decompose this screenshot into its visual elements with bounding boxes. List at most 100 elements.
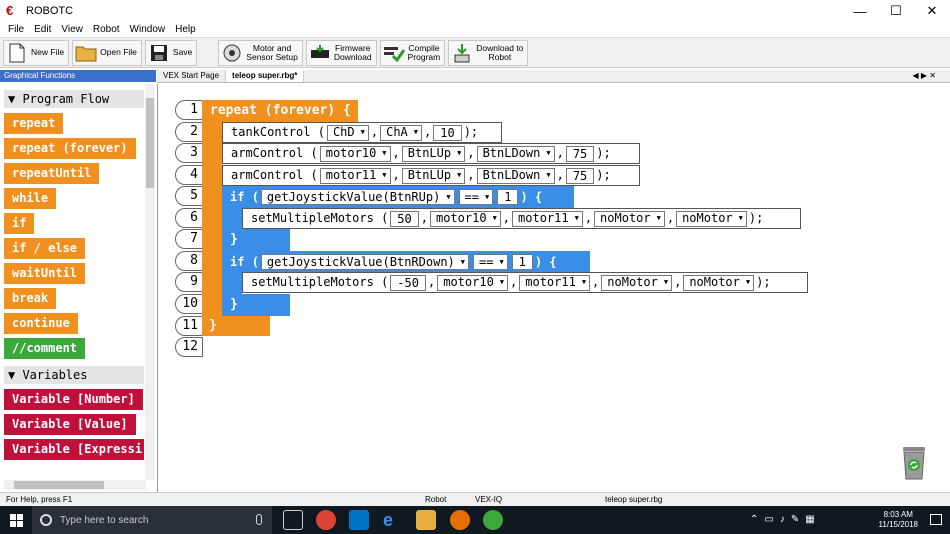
set2-motor-b-dropdown[interactable]: motor11 ▼	[519, 274, 591, 291]
outlook-icon[interactable]	[349, 510, 369, 530]
menu-bar: File Edit View Robot Window Help	[0, 22, 950, 38]
palette-while[interactable]: while	[4, 188, 57, 209]
palette-comment[interactable]: //comment	[4, 338, 86, 359]
set1-speed-input[interactable]: 50	[390, 210, 419, 227]
if1-condition-dropdown[interactable]: getJoystickValue(BtnRUp) ▼	[260, 189, 455, 205]
if2-value-input[interactable]: 1	[511, 253, 533, 270]
status-robot: Robot	[425, 495, 447, 504]
palette-if[interactable]: if	[4, 213, 35, 234]
menu-view[interactable]: View	[61, 24, 83, 35]
set1-motor-a-dropdown[interactable]: motor10 ▼	[429, 210, 501, 227]
palette-repeat-forever[interactable]: repeat (forever)	[4, 138, 136, 159]
if1-value-input[interactable]: 1	[497, 189, 519, 205]
tab-teleop-super[interactable]: teleop super.rbg*	[226, 70, 305, 82]
set2-speed-input[interactable]: -50	[390, 274, 426, 291]
arm1-up-button-dropdown[interactable]: BtnLUp ▼	[401, 145, 466, 162]
set2-motor-a-dropdown[interactable]: motor10 ▼	[437, 274, 509, 291]
arm2-motor-dropdown[interactable]: motor11 ▼	[319, 167, 391, 184]
tank-threshold-input[interactable]: 10	[433, 124, 462, 141]
line-number: 7	[175, 229, 203, 249]
palette-variable-expression[interactable]: Variable [Expressi	[4, 439, 144, 460]
arm-control-statement-1[interactable]: armControl ( motor10 ▼, BtnLUp ▼, BtnLDown…	[222, 143, 640, 164]
save-button[interactable]: Save	[144, 39, 198, 66]
menu-edit[interactable]: Edit	[34, 24, 51, 35]
arm2-down-button-dropdown[interactable]: BtnLDown ▼	[476, 167, 555, 184]
tab-vex-start-page[interactable]: VEX Start Page	[157, 70, 227, 82]
windows-start-icon[interactable]	[10, 514, 23, 527]
robot-download-icon	[451, 43, 473, 63]
if1-operator-dropdown[interactable]: == ▼	[458, 189, 494, 205]
panel-title: Graphical Functions	[0, 70, 156, 82]
firmware-download-button[interactable]: Firmware Download	[305, 39, 377, 66]
if1-close-brace: }	[230, 232, 238, 247]
if2-condition-dropdown[interactable]: getJoystickValue(BtnRDown) ▼	[260, 253, 469, 270]
clock[interactable]: 8:03 AM 11/15/2018	[879, 510, 918, 530]
arm1-motor-dropdown[interactable]: motor10 ▼	[319, 145, 391, 162]
if2-close-brace: }	[230, 297, 238, 312]
menu-robot[interactable]: Robot	[93, 24, 120, 35]
minimize-button[interactable]: —	[842, 0, 878, 22]
document-tabs: VEX Start Page teleop super.rbg* ◀ ▶ ✕	[157, 70, 950, 83]
close-button[interactable]: ✕	[914, 0, 950, 22]
palette-variable-number[interactable]: Variable [Number]	[4, 389, 143, 410]
file-explorer-icon[interactable]	[416, 510, 436, 530]
motor-sensor-setup-button[interactable]: Motor and Sensor Setup	[218, 39, 303, 66]
set-multiple-motors-1[interactable]: setMultipleMotors ( 50, motor10 ▼, motor1…	[242, 208, 801, 229]
compile-check-icon	[383, 43, 405, 63]
palette-break[interactable]: break	[4, 288, 57, 309]
menu-window[interactable]: Window	[130, 24, 166, 35]
set1-motor-c-dropdown[interactable]: noMotor ▼	[594, 210, 665, 227]
menu-file[interactable]: File	[8, 24, 24, 35]
new-file-icon	[6, 43, 28, 63]
palette-horizontal-scrollbar[interactable]	[4, 480, 146, 490]
robotc-taskbar-icon[interactable]	[483, 510, 503, 530]
palette-variable-value[interactable]: Variable [Value]	[4, 414, 136, 435]
maximize-button[interactable]: ☐	[878, 0, 914, 22]
arm1-speed-input[interactable]: 75	[565, 145, 595, 162]
firefox-icon[interactable]	[450, 510, 470, 530]
graphical-functions-panel: Graphical Functions ▼ Program Flow repea…	[0, 70, 156, 492]
if2-operator-dropdown[interactable]: == ▼	[472, 253, 508, 270]
compile-program-button[interactable]: Compile Program	[379, 39, 446, 66]
set-multiple-motors-2[interactable]: setMultipleMotors ( -50, motor10 ▼, motor…	[242, 272, 808, 293]
line-number: 2	[175, 122, 203, 142]
download-to-robot-button[interactable]: Download to Robot	[448, 39, 529, 66]
task-view-icon[interactable]	[283, 510, 303, 530]
set2-motor-d-dropdown[interactable]: noMotor ▼	[683, 274, 755, 291]
if-block-2-header[interactable]: if ( getJoystickValue(BtnRDown) ▼ == ▼ 1 )…	[222, 251, 590, 272]
arm-control-statement-2[interactable]: armControl ( motor11 ▼, BtnLUp ▼, BtnLDown…	[222, 165, 640, 186]
window-controls: — ☐ ✕	[842, 0, 950, 22]
palette-vertical-scrollbar[interactable]	[145, 84, 155, 480]
line-number: 12	[175, 337, 203, 357]
trash-bin-icon[interactable]	[901, 444, 927, 480]
palette-wait-until[interactable]: waitUntil	[4, 263, 86, 284]
edge-icon[interactable]: e	[383, 510, 403, 530]
open-file-button[interactable]: Open File	[72, 39, 142, 66]
palette-repeat-until[interactable]: repeatUntil	[4, 163, 100, 184]
code-editor[interactable]: 1 2 3 4 5 6 7 8 9 10 11 12 repeat (forev…	[157, 84, 950, 492]
chrome-icon[interactable]	[316, 510, 336, 530]
set1-motor-d-dropdown[interactable]: noMotor ▼	[676, 210, 747, 227]
menu-help[interactable]: Help	[175, 24, 196, 35]
tank-right-channel-dropdown[interactable]: ChA ▼	[380, 124, 422, 141]
arm1-down-button-dropdown[interactable]: BtnLDown ▼	[476, 145, 555, 162]
set1-motor-b-dropdown[interactable]: motor11 ▼	[512, 210, 583, 227]
section-variables[interactable]: ▼ Variables	[4, 366, 144, 384]
set2-motor-c-dropdown[interactable]: noMotor ▼	[601, 274, 673, 291]
new-file-button[interactable]: New File	[3, 39, 70, 66]
tab-navigation[interactable]: ◀ ▶ ✕	[913, 70, 936, 82]
line-number: 4	[175, 165, 203, 185]
palette-repeat[interactable]: repeat	[4, 113, 64, 134]
if-block-1-header[interactable]: if ( getJoystickValue(BtnRUp) ▼ == ▼ 1 ) {	[222, 186, 574, 208]
notifications-icon[interactable]	[930, 514, 942, 525]
taskbar-search-box[interactable]: Type here to search	[32, 506, 272, 534]
palette-continue[interactable]: continue	[4, 313, 78, 334]
arm2-up-button-dropdown[interactable]: BtnLUp ▼	[401, 167, 466, 184]
tank-control-statement[interactable]: tankControl ( ChD ▼, ChA ▼, 10);	[222, 122, 502, 143]
section-program-flow[interactable]: ▼ Program Flow	[4, 90, 144, 108]
if-block-1-body-bar	[222, 208, 242, 229]
palette-if-else[interactable]: if / else	[4, 238, 86, 259]
tank-left-channel-dropdown[interactable]: ChD ▼	[326, 124, 369, 141]
arm2-speed-input[interactable]: 75	[565, 167, 595, 184]
microphone-icon[interactable]	[256, 514, 262, 525]
